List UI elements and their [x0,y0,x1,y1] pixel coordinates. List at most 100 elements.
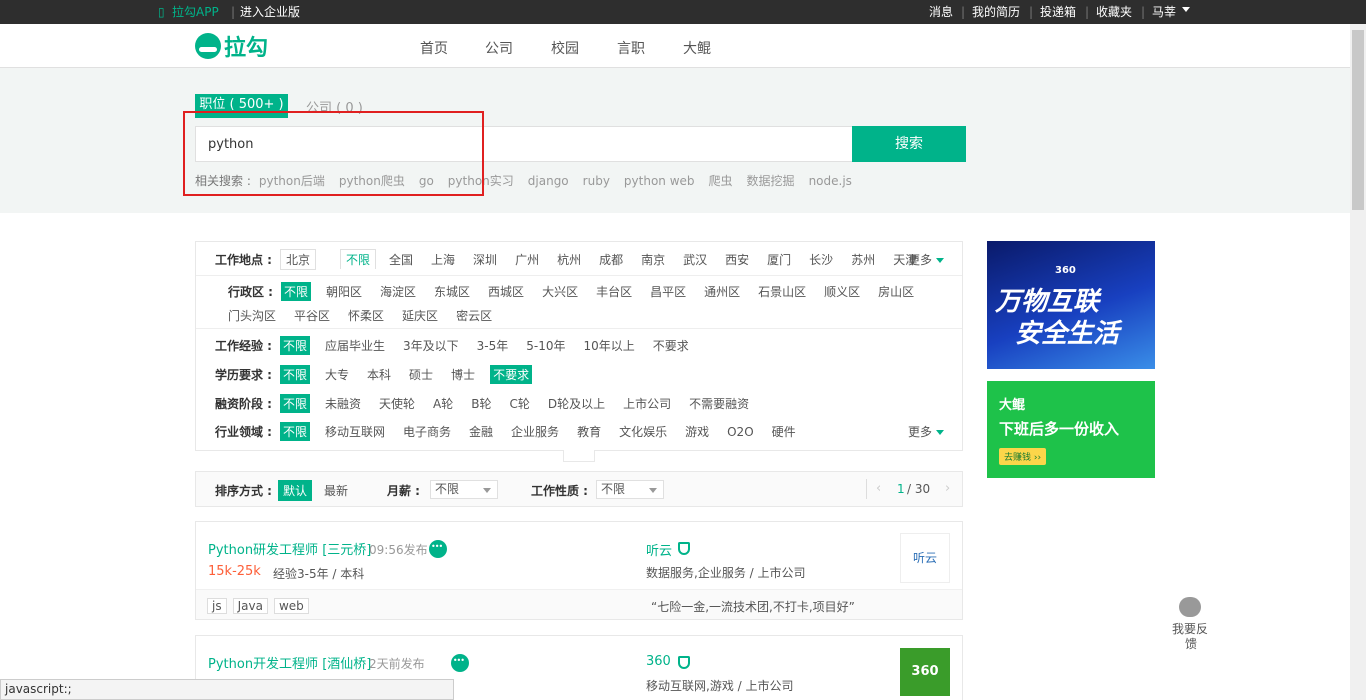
related-item[interactable]: django [528,174,569,188]
filter-option[interactable]: 厦门 [764,250,794,269]
related-item[interactable]: 爬虫 [709,174,733,188]
filter-option[interactable]: 成都 [596,250,626,269]
scrollbar-thumb[interactable] [1352,30,1364,210]
filter-option[interactable]: 南京 [638,250,668,269]
filter-option-selected[interactable]: 不限 [279,394,310,413]
filter-option[interactable]: 朝阳区 [323,282,365,301]
nav-yanzhi[interactable]: 言职 [617,38,645,58]
current-city[interactable]: 北京 [279,249,316,270]
nav-dakun[interactable]: 大鲲 [683,38,711,58]
filter-option[interactable]: 昌平区 [647,282,689,301]
filter-option[interactable]: 丰台区 [593,282,635,301]
related-item[interactable]: ruby [583,174,610,188]
more-industry-button[interactable]: 更多 [908,423,945,440]
filter-option[interactable]: 文化娱乐 [616,422,670,441]
sort-default[interactable]: 默认 [278,480,313,501]
nav-home[interactable]: 首页 [420,38,448,58]
filter-option[interactable]: 房山区 [875,282,917,301]
ad-button[interactable]: 去赚钱 ›› [999,448,1047,465]
filter-option[interactable]: 全国 [386,250,416,269]
filter-option[interactable]: 延庆区 [399,306,441,325]
filter-option[interactable]: 本科 [364,365,394,384]
filter-option[interactable]: 上海 [428,250,458,269]
job-title[interactable]: Python开发工程师 [酒仙桥] [208,653,371,672]
search-button[interactable]: 搜索 [852,126,966,162]
filter-option[interactable]: 东城区 [431,282,473,301]
filter-option[interactable]: 海淀区 [377,282,419,301]
next-page-icon[interactable]: › [945,481,950,496]
filter-option[interactable]: 杭州 [554,250,584,269]
filter-option[interactable]: 西安 [722,250,752,269]
company-name[interactable]: 听云 [646,540,672,559]
filter-option[interactable]: 硕士 [406,365,436,384]
filter-option-selected[interactable]: 不限 [280,282,311,301]
filter-option[interactable]: 苏州 [848,250,878,269]
filter-option[interactable]: 怀柔区 [345,306,387,325]
filter-option[interactable]: 3-5年 [474,336,512,355]
filter-option[interactable]: 金融 [466,422,496,441]
filter-option[interactable]: 密云区 [453,306,495,325]
nature-select[interactable]: 不限 [596,480,664,499]
filter-option[interactable]: 上市公司 [620,394,674,413]
filter-option[interactable]: 顺义区 [821,282,863,301]
filter-option[interactable]: 深圳 [470,250,500,269]
filter-option[interactable]: 石景山区 [755,282,809,301]
filter-option[interactable]: 10年以上 [581,336,638,355]
related-item[interactable]: 数据挖掘 [747,174,795,188]
filter-option[interactable]: 通州区 [701,282,743,301]
related-item[interactable]: node.js [809,174,852,188]
filter-option[interactable]: A轮 [430,394,456,413]
filter-option[interactable]: 西城区 [485,282,527,301]
filter-option[interactable]: 教育 [574,422,604,441]
chevron-down-icon[interactable] [1182,7,1190,12]
collapse-toggle[interactable] [563,450,595,462]
filter-option[interactable]: 移动互联网 [322,422,388,441]
filter-option[interactable]: 3年及以下 [400,336,462,355]
filter-option[interactable]: 大专 [322,365,352,384]
sort-latest[interactable]: 最新 [324,482,348,499]
filter-option-selected[interactable]: 不限 [279,422,310,441]
filter-option[interactable]: 不限 [340,249,377,269]
filter-option[interactable]: O2O [724,424,757,440]
delivery-link[interactable]: 投递箱 [1040,5,1076,19]
company-logo[interactable]: 360 [900,648,950,696]
related-item[interactable]: python web [624,174,695,188]
filter-option-selected[interactable]: 不限 [279,365,310,384]
filter-option[interactable]: 企业服务 [508,422,562,441]
filter-option[interactable]: 不需要融资 [686,394,752,413]
filter-option[interactable]: 门头沟区 [225,306,279,325]
filter-option[interactable]: 博士 [448,365,478,384]
favorites-link[interactable]: 收藏夹 [1096,5,1132,19]
company-name[interactable]: 360 [646,654,671,669]
filter-option[interactable]: 长沙 [806,250,836,269]
filter-option[interactable]: C轮 [506,394,532,413]
filter-option[interactable]: 天使轮 [376,394,418,413]
filter-option[interactable]: 不要求 [650,336,692,355]
feedback-chat-icon[interactable] [1179,597,1201,617]
salary-select[interactable]: 不限 [430,480,498,499]
logo[interactable]: 拉勾 [195,33,268,61]
chat-icon[interactable] [429,540,447,558]
filter-option[interactable]: 未融资 [322,394,364,413]
job-title[interactable]: Python研发工程师 [三元桥] [208,539,371,558]
prev-page-icon[interactable]: ‹ [876,481,881,496]
enterprise-link[interactable]: 进入企业版 [240,5,300,19]
filter-option[interactable]: 游戏 [682,422,712,441]
app-link[interactable]: 拉勾APP [172,5,219,19]
nav-company[interactable]: 公司 [485,38,513,58]
company-logo[interactable]: 听云 [900,533,950,583]
filter-option[interactable]: 电子商务 [400,422,454,441]
nav-campus[interactable]: 校园 [551,38,579,58]
filter-option[interactable]: 大兴区 [539,282,581,301]
filter-option[interactable]: 广州 [512,250,542,269]
more-cities-button[interactable]: 更多 [908,251,945,268]
filter-option[interactable]: 应届毕业生 [322,336,388,355]
filter-option-selected[interactable]: 不要求 [490,365,533,384]
filter-option[interactable]: 武汉 [680,250,710,269]
messages-link[interactable]: 消息 [929,5,953,19]
filter-option[interactable]: 平谷区 [291,306,333,325]
resume-link[interactable]: 我的简历 [972,5,1020,19]
feedback-label-2[interactable]: 馈 [1185,635,1197,652]
ad-banner-360[interactable]: 360 万物互联 安全生活 [987,241,1155,369]
ad-banner-dakun[interactable]: 大鲲 下班后多一份收入 去赚钱 ›› [987,381,1155,478]
